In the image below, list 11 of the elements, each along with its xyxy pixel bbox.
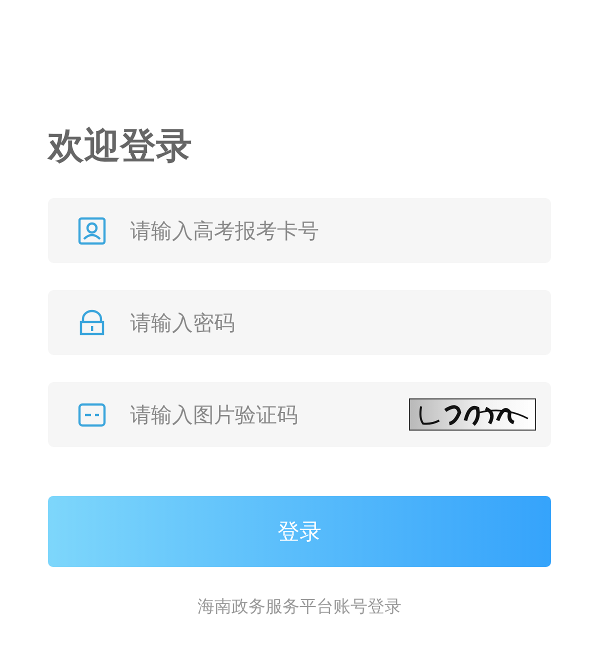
input-field[interactable]: 请输入高考报考卡号 [128, 218, 536, 244]
input-field[interactable]: 请输入图片验证码 [128, 402, 409, 428]
text-field[interactable]: 请输入密码 [48, 290, 551, 355]
text-field[interactable]: 请输入高考报考卡号 [48, 198, 551, 263]
user-icon [78, 216, 106, 244]
login-button[interactable]: 登录 [48, 496, 551, 567]
page-title: 欢迎登录 [48, 125, 193, 169]
lock-icon [78, 308, 106, 336]
alt-login-link[interactable]: 海南政务服务平台账号登录 [198, 595, 402, 618]
input-field[interactable]: 请输入密码 [128, 310, 536, 336]
text-field[interactable]: 请输入图片验证码 [48, 382, 551, 447]
